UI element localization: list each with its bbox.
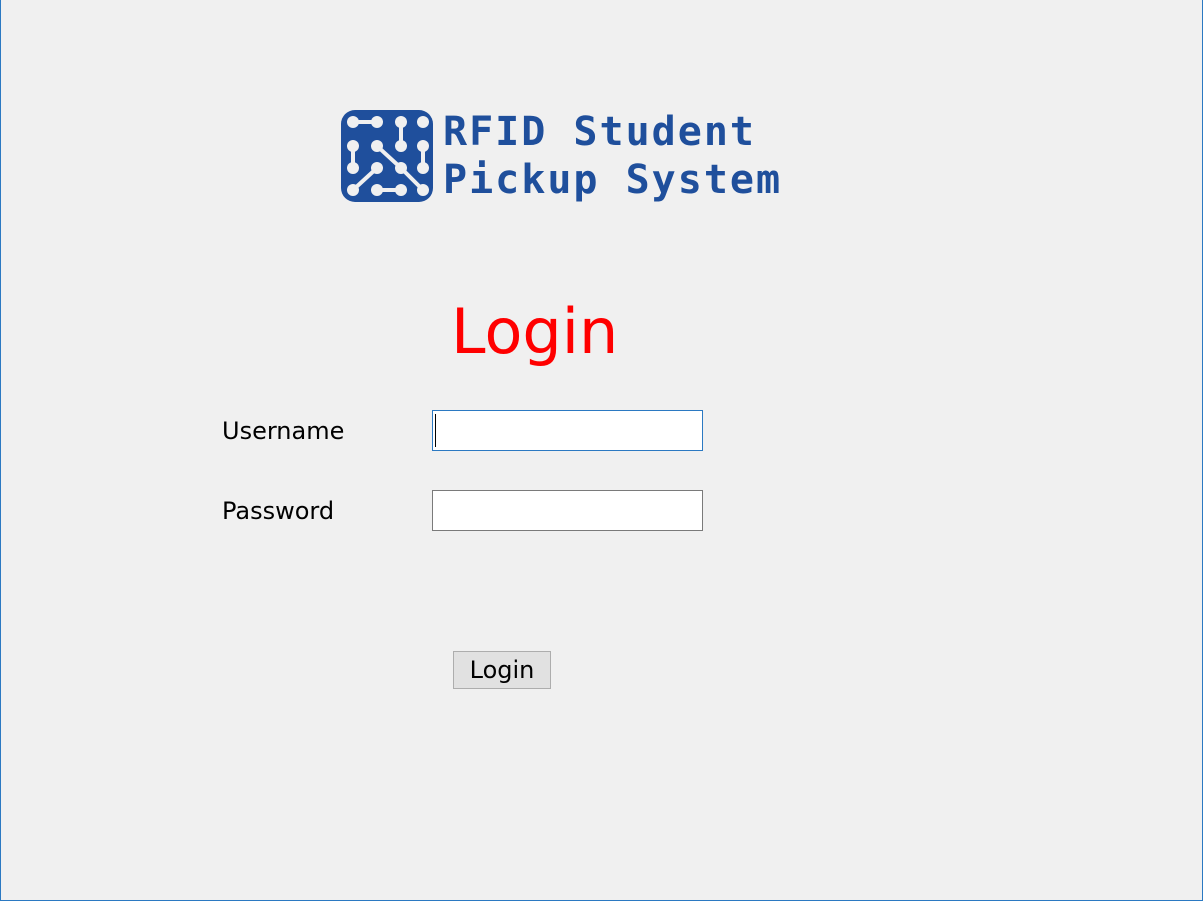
password-field[interactable]	[432, 490, 703, 531]
login-button[interactable]: Login	[453, 651, 551, 689]
page-title: Login	[451, 295, 619, 368]
password-label: Password	[222, 497, 335, 525]
logo-line-1: RFID Student	[443, 109, 756, 155]
text-cursor	[435, 414, 436, 447]
username-field[interactable]	[432, 410, 703, 451]
app-logo: RFID Student Pickup System	[339, 108, 789, 208]
circuit-logo-icon	[341, 110, 433, 202]
username-label: Username	[222, 417, 345, 445]
logo-line-2: Pickup System	[443, 157, 783, 203]
login-window: RFID Student Pickup System Login Usernam…	[0, 0, 1203, 901]
logo-wordmark: RFID Student Pickup System	[443, 108, 782, 204]
